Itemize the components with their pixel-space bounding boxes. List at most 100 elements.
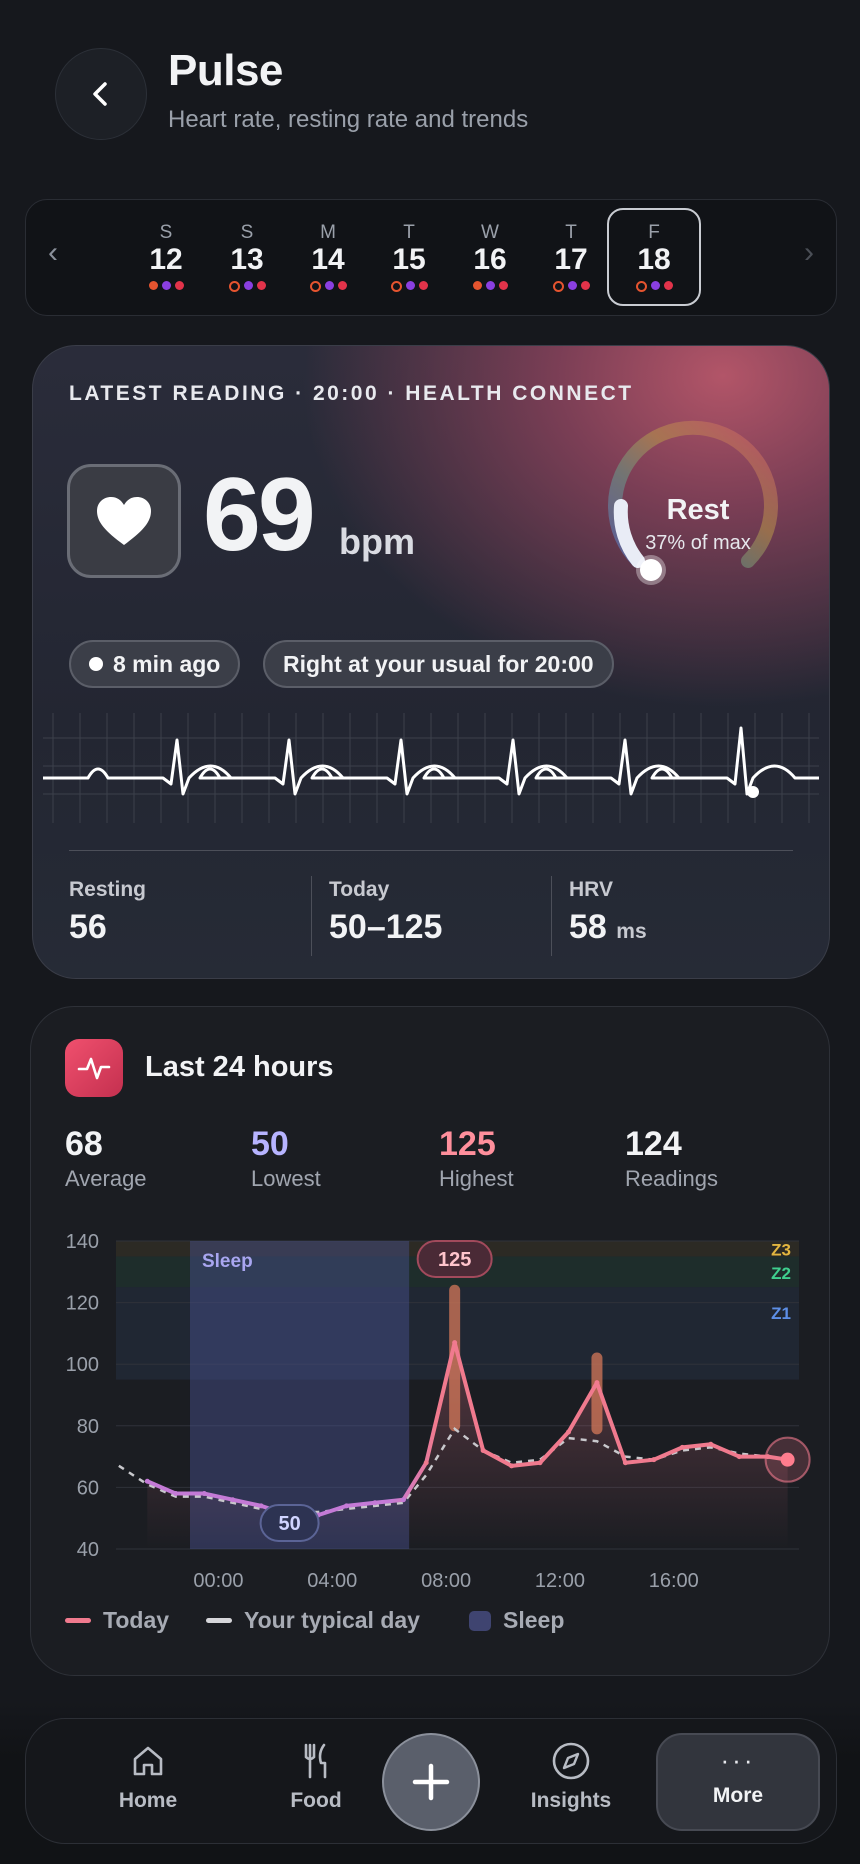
- day-status-dots: [202, 281, 292, 292]
- day-12[interactable]: S 12: [121, 210, 211, 304]
- today-point: [258, 1503, 264, 1509]
- card-title: Last 24 hours: [145, 1051, 334, 1083]
- day-letter: F: [648, 222, 660, 243]
- stat-value: 56: [69, 908, 107, 946]
- day-17[interactable]: T 17: [526, 210, 616, 304]
- day-number: 14: [311, 243, 345, 276]
- x-tick-label: 00:00: [193, 1570, 243, 1592]
- kpi-label: Highest: [439, 1166, 514, 1191]
- status-dot: [324, 281, 334, 290]
- prev-week-icon[interactable]: ‹: [48, 236, 58, 270]
- today-point: [201, 1491, 207, 1497]
- status-dot: [650, 281, 660, 290]
- x-tick-label: 12:00: [535, 1570, 585, 1592]
- current-point: [780, 1452, 795, 1467]
- nav-insights[interactable]: Insights: [511, 1741, 631, 1813]
- today-point: [480, 1447, 486, 1453]
- day-letter: T: [403, 222, 415, 243]
- stat-separator: [551, 876, 552, 956]
- status-dot: [256, 281, 266, 290]
- day-18[interactable]: F 18: [607, 208, 701, 306]
- next-week-icon[interactable]: ›: [804, 236, 814, 270]
- time-ago-label: 8 min ago: [113, 650, 221, 677]
- legend-sleep: Sleep: [469, 1607, 564, 1634]
- today-point: [708, 1441, 714, 1447]
- status-dot: [337, 281, 347, 290]
- y-tick-label: 120: [66, 1293, 99, 1315]
- day-number: 15: [392, 243, 426, 276]
- status-dot: [485, 281, 495, 290]
- day-letter: M: [320, 222, 336, 243]
- day-number: 13: [230, 243, 264, 276]
- sleep-label: Sleep: [202, 1251, 253, 1272]
- day-status-dots: [364, 281, 454, 292]
- nav-home[interactable]: Home: [88, 1741, 208, 1813]
- x-tick-label: 04:00: [307, 1570, 357, 1592]
- today-point: [651, 1457, 657, 1463]
- day-letter: T: [565, 222, 577, 243]
- day-13[interactable]: S 13: [202, 210, 292, 304]
- add-button[interactable]: [382, 1733, 480, 1831]
- day-15[interactable]: T 15: [364, 210, 454, 304]
- heart-icon: [97, 497, 151, 545]
- back-button[interactable]: [55, 48, 147, 140]
- kpi-average: 68 Average: [65, 1125, 147, 1192]
- status-dot: [472, 281, 482, 290]
- day-letter: W: [481, 222, 499, 243]
- date-strip: ‹ S 12 S 13 M 14 T 15 W 16 T 17 F 18 ›: [25, 199, 837, 316]
- nav-label: Food: [290, 1789, 342, 1812]
- legend-typical: Your typical day: [206, 1607, 420, 1634]
- kpi-label: Lowest: [251, 1166, 321, 1191]
- status-dot: [174, 281, 184, 290]
- bpm-unit: bpm: [339, 521, 415, 562]
- gauge-knob: [640, 559, 662, 581]
- stat-label: Today: [329, 878, 390, 901]
- status-dot: [552, 281, 564, 292]
- kpi-value: 124: [625, 1125, 682, 1163]
- today-point: [622, 1460, 628, 1466]
- nav-label: Home: [118, 1789, 178, 1812]
- today-point: [509, 1463, 515, 1469]
- day-number: 17: [554, 243, 588, 276]
- page-title: Pulse: [168, 46, 283, 95]
- bottom-nav: Home Food Insights ··· More: [25, 1718, 837, 1844]
- status-dot: [390, 281, 402, 292]
- day-number: 18: [637, 243, 671, 276]
- home-icon: [133, 1746, 163, 1776]
- zone-label: Z1: [771, 1304, 791, 1323]
- nav-more[interactable]: ··· More: [656, 1733, 820, 1831]
- fork-knife-icon: [304, 1743, 327, 1779]
- today-point: [452, 1340, 458, 1346]
- plus-icon: [412, 1763, 450, 1801]
- heart-rate-chart[interactable]: Z3Z2Z1140120100806040Sleep00:00 04:00 08:0…: [31, 1007, 829, 1675]
- day-status-dots: [283, 281, 373, 292]
- chevron-left-icon: [93, 82, 107, 106]
- day-14[interactable]: M 14: [283, 210, 373, 304]
- legend-label: Sleep: [503, 1607, 565, 1633]
- last-24h-card: Z3 Z2 Z1 140 120 100 80 60 40 Sleep 00:00 04:00 08:0…: [30, 1006, 830, 1676]
- legend-today: Today: [65, 1607, 169, 1634]
- stat-separator: [311, 876, 312, 956]
- status-dot: [309, 281, 321, 292]
- day-status-dots: [609, 281, 699, 292]
- legend-label: Your typical day: [244, 1607, 420, 1633]
- status-dot: [161, 281, 171, 290]
- day-number: 16: [473, 243, 507, 276]
- nav-food[interactable]: Food: [256, 1741, 376, 1813]
- activity-icon-box: [65, 1039, 123, 1097]
- day-16[interactable]: W 16: [445, 210, 535, 304]
- today-point: [679, 1444, 685, 1450]
- status-dot: [580, 281, 590, 290]
- stat-resting: Resting 56: [69, 878, 146, 947]
- day-status-dots: [121, 281, 211, 290]
- max-marker-label: 125: [438, 1249, 471, 1271]
- y-tick-label: 140: [66, 1231, 99, 1253]
- today-point: [344, 1503, 350, 1509]
- kpi-value: 68: [65, 1125, 103, 1163]
- status-dot: [405, 281, 415, 290]
- today-point: [423, 1460, 429, 1466]
- zone-label: Rest: [666, 494, 730, 526]
- day-letter: S: [240, 222, 254, 243]
- stat-value: 50–125: [329, 908, 443, 946]
- time-ago-pill: 8 min ago: [69, 640, 241, 688]
